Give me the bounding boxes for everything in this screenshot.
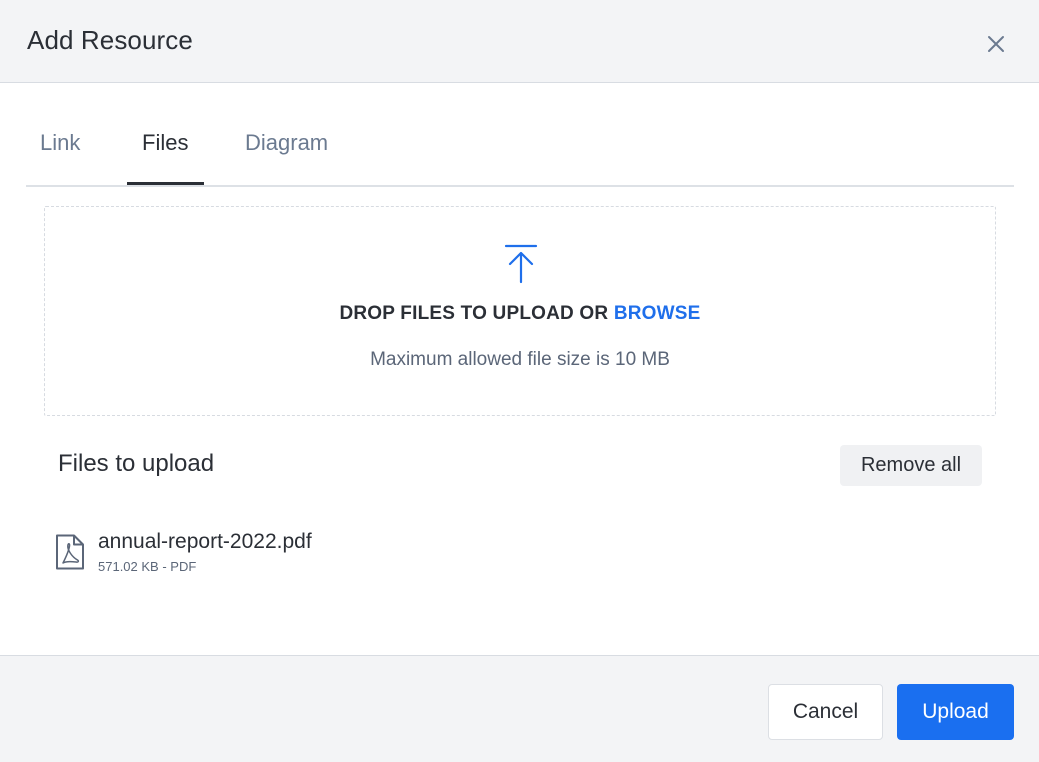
files-to-upload-heading: Files to upload bbox=[58, 450, 215, 477]
tab-bar: Link Files Diagram bbox=[26, 110, 1014, 187]
dialog-footer: Cancel Upload bbox=[0, 655, 1039, 762]
active-tab-indicator bbox=[127, 182, 204, 185]
upload-button[interactable]: Upload bbox=[897, 684, 1014, 740]
pdf-file-icon bbox=[56, 534, 84, 570]
file-name: annual-report-2022.pdf bbox=[98, 530, 312, 553]
drop-files-text: DROP FILES TO UPLOAD OR bbox=[339, 303, 614, 324]
dialog-header: Add Resource bbox=[0, 0, 1039, 83]
tab-link[interactable]: Link bbox=[40, 130, 80, 156]
file-meta: 571.02 KB - PDF bbox=[98, 559, 197, 574]
list-item: annual-report-2022.pdf 571.02 KB - PDF bbox=[54, 530, 654, 580]
tab-diagram[interactable]: Diagram bbox=[245, 130, 328, 156]
max-file-size-text: Maximum allowed file size is 10 MB bbox=[370, 349, 670, 370]
dialog-title: Add Resource bbox=[27, 25, 193, 55]
browse-link[interactable]: BROWSE bbox=[614, 303, 701, 324]
tab-files[interactable]: Files bbox=[142, 130, 188, 156]
cancel-button[interactable]: Cancel bbox=[768, 684, 883, 740]
dropzone-instructions: DROP FILES TO UPLOAD OR BROWSE bbox=[45, 303, 995, 325]
remove-all-button[interactable]: Remove all bbox=[840, 445, 982, 486]
file-dropzone[interactable]: DROP FILES TO UPLOAD OR BROWSE Maximum a… bbox=[44, 206, 996, 416]
close-button[interactable] bbox=[982, 30, 1010, 58]
upload-arrow-icon bbox=[504, 244, 538, 284]
close-icon bbox=[988, 36, 1004, 52]
